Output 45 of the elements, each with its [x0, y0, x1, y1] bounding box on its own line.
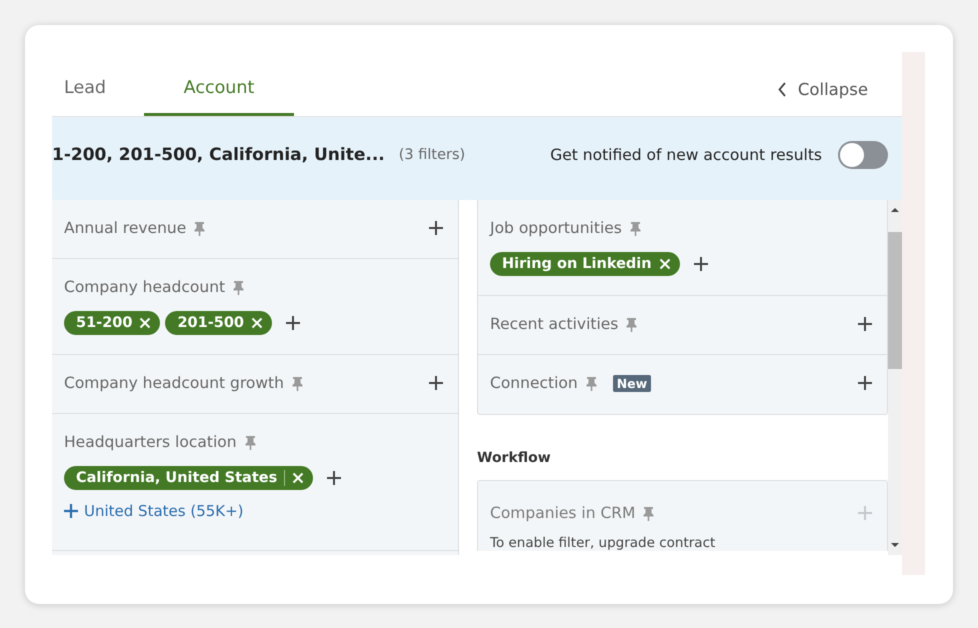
- notify-toggle[interactable]: [838, 140, 888, 168]
- close-icon: [251, 317, 264, 329]
- add-button[interactable]: [857, 375, 873, 391]
- filter-count: (3 filters): [398, 146, 466, 162]
- filter-chip[interactable]: Hiring on Linkedin: [490, 252, 680, 276]
- filter-chip[interactable]: 51-200: [64, 311, 160, 335]
- pin-icon: [643, 506, 654, 520]
- new-badge: New: [612, 374, 652, 392]
- close-icon: [139, 317, 152, 329]
- filter-label: Company headcount: [64, 278, 226, 296]
- scrollbar-thumb[interactable]: [888, 232, 902, 369]
- filter-label: Headquarters location: [64, 433, 237, 451]
- filter-summary: 1-200, 201-500, California, Unite...: [52, 144, 385, 164]
- pin-icon: [292, 376, 303, 390]
- filter-label: Company headcount growth: [64, 374, 284, 392]
- pin-icon: [244, 434, 256, 450]
- section-heading: Workflow: [477, 450, 552, 466]
- notify-label: Get notified of new account results: [550, 146, 822, 164]
- close-icon: [658, 258, 671, 270]
- add-button[interactable]: [428, 375, 444, 391]
- filter-note: To enable filter, upgrade contract: [490, 535, 716, 551]
- collapse-button[interactable]: Collapse: [778, 62, 902, 116]
- add-button[interactable]: [428, 220, 444, 236]
- add-button[interactable]: [326, 470, 342, 486]
- filter-label: Recent activities: [490, 315, 618, 333]
- pin-icon: [233, 280, 244, 294]
- filter-chip[interactable]: California, United States: [64, 466, 314, 490]
- pin-icon: [626, 316, 638, 332]
- plus-icon: [64, 504, 78, 518]
- filter-label: Connection: [490, 374, 578, 392]
- filter-label: Companies in CRM: [490, 504, 636, 522]
- tab[interactable]: Lead: [52, 62, 144, 116]
- suggestion-link[interactable]: United States (55K+): [64, 502, 244, 520]
- add-button[interactable]: [857, 316, 873, 332]
- add-button[interactable]: [692, 256, 709, 272]
- pin-icon: [630, 220, 641, 236]
- chevron-left-icon: [778, 82, 786, 96]
- filter-label: Job opportunities: [490, 219, 622, 237]
- filter-label: Annual revenue: [64, 219, 186, 237]
- close-icon: [292, 472, 304, 484]
- add-button[interactable]: [285, 315, 302, 331]
- scrollbar[interactable]: [888, 200, 902, 555]
- pin-icon: [194, 220, 206, 236]
- pin-icon: [586, 376, 597, 390]
- filter-chip[interactable]: 201-500: [165, 311, 272, 335]
